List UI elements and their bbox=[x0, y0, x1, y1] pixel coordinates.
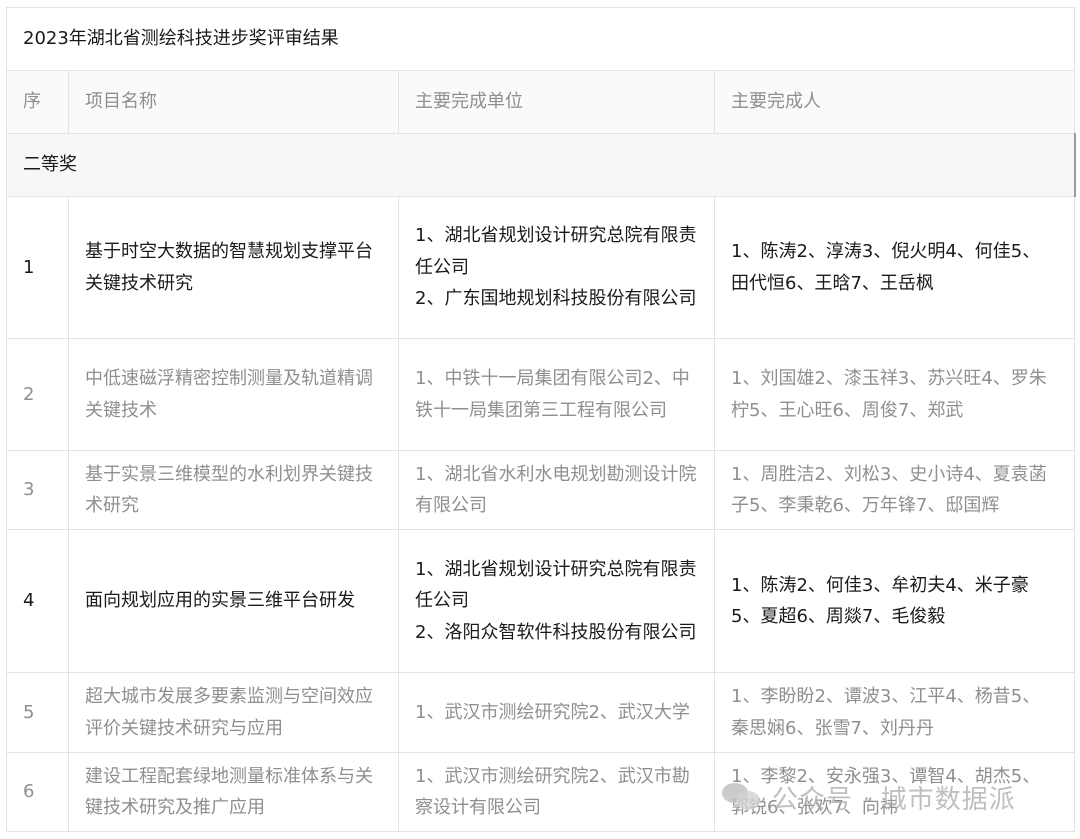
row-people: 1、李黎2、安永强3、谭智4、胡杰5、郭锐6、张欢7、向祎 bbox=[714, 752, 1075, 832]
header-project-name: 项目名称 bbox=[68, 70, 399, 134]
row-units: 1、武汉市测绘研究院2、武汉市勘察设计有限公司 bbox=[398, 752, 715, 832]
header-units: 主要完成单位 bbox=[398, 70, 715, 134]
table-row: 2 中低速磁浮精密控制测量及轨道精调关键技术 1、中铁十一局集团有限公司2、中铁… bbox=[6, 338, 1075, 451]
table-row: 6 建设工程配套绿地测量标准体系与关键技术研究及推广应用 1、武汉市测绘研究院2… bbox=[6, 752, 1075, 832]
row-index: 2 bbox=[6, 338, 69, 451]
row-people: 1、刘国雄2、漆玉祥3、苏兴旺4、罗朱柠5、王心旺6、周俊7、郑武 bbox=[714, 338, 1075, 451]
row-project-name: 中低速磁浮精密控制测量及轨道精调关键技术 bbox=[68, 338, 399, 451]
page: 2023年湖北省测绘科技进步奖评审结果 序 项目名称 主要完成单位 主要完成人 … bbox=[0, 0, 1080, 839]
row-project-name: 超大城市发展多要素监测与空间效应评价关键技术研究与应用 bbox=[68, 672, 399, 753]
row-project-name: 基于实景三维模型的水利划界关键技术研究 bbox=[68, 450, 399, 530]
table-row: 4 面向规划应用的实景三维平台研发 1、湖北省规划设计研究总院有限责任公司 2、… bbox=[6, 529, 1075, 673]
row-project-name: 面向规划应用的实景三维平台研发 bbox=[68, 529, 399, 673]
row-index: 5 bbox=[6, 672, 69, 753]
header-people: 主要完成人 bbox=[714, 70, 1075, 134]
row-people: 1、陈涛2、淳涛3、倪火明4、何佳5、田代恒6、王晗7、王岳枫 bbox=[714, 196, 1075, 339]
row-units: 1、湖北省水利水电规划勘测设计院有限公司 bbox=[398, 450, 715, 530]
row-people: 1、李盼盼2、谭波3、江平4、杨昔5、秦思娴6、张雪7、刘丹丹 bbox=[714, 672, 1075, 753]
header-index: 序 bbox=[6, 70, 69, 134]
row-units-text: 1、湖北省规划设计研究总院有限责任公司 2、洛阳众智软件科技股份有限公司 bbox=[415, 558, 697, 643]
row-units: 1、湖北省规划设计研究总院有限责任公司 2、广东国地规划科技股份有限公司 bbox=[398, 196, 715, 339]
table-row: 5 超大城市发展多要素监测与空间效应评价关键技术研究与应用 1、武汉市测绘研究院… bbox=[6, 672, 1075, 753]
awards-table: 2023年湖北省测绘科技进步奖评审结果 序 项目名称 主要完成单位 主要完成人 … bbox=[6, 7, 1076, 832]
section-second-prize: 二等奖 bbox=[6, 133, 1076, 197]
row-index: 3 bbox=[6, 450, 69, 530]
row-index: 1 bbox=[6, 196, 69, 339]
row-project-name: 基于时空大数据的智慧规划支撑平台关键技术研究 bbox=[68, 196, 399, 339]
table-row: 1 基于时空大数据的智慧规划支撑平台关键技术研究 1、湖北省规划设计研究总院有限… bbox=[6, 196, 1075, 339]
row-units: 1、湖北省规划设计研究总院有限责任公司 2、洛阳众智软件科技股份有限公司 bbox=[398, 529, 715, 673]
table-row: 3 基于实景三维模型的水利划界关键技术研究 1、湖北省水利水电规划勘测设计院有限… bbox=[6, 450, 1075, 530]
row-units: 1、中铁十一局集团有限公司2、中铁十一局集团第三工程有限公司 bbox=[398, 338, 715, 451]
row-people: 1、陈涛2、何佳3、牟初夫4、米子豪5、夏超6、周燚7、毛俊毅 bbox=[714, 529, 1075, 673]
row-project-name: 建设工程配套绿地测量标准体系与关键技术研究及推广应用 bbox=[68, 752, 399, 832]
table-title: 2023年湖北省测绘科技进步奖评审结果 bbox=[6, 7, 1075, 71]
row-index: 4 bbox=[6, 529, 69, 673]
row-people: 1、周胜洁2、刘松3、史小诗4、夏袁菡子5、李秉乾6、万年锋7、邸国辉 bbox=[714, 450, 1075, 530]
row-units: 1、武汉市测绘研究院2、武汉大学 bbox=[398, 672, 715, 753]
row-index: 6 bbox=[6, 752, 69, 832]
row-units-text: 1、湖北省规划设计研究总院有限责任公司 2、广东国地规划科技股份有限公司 bbox=[415, 225, 697, 310]
